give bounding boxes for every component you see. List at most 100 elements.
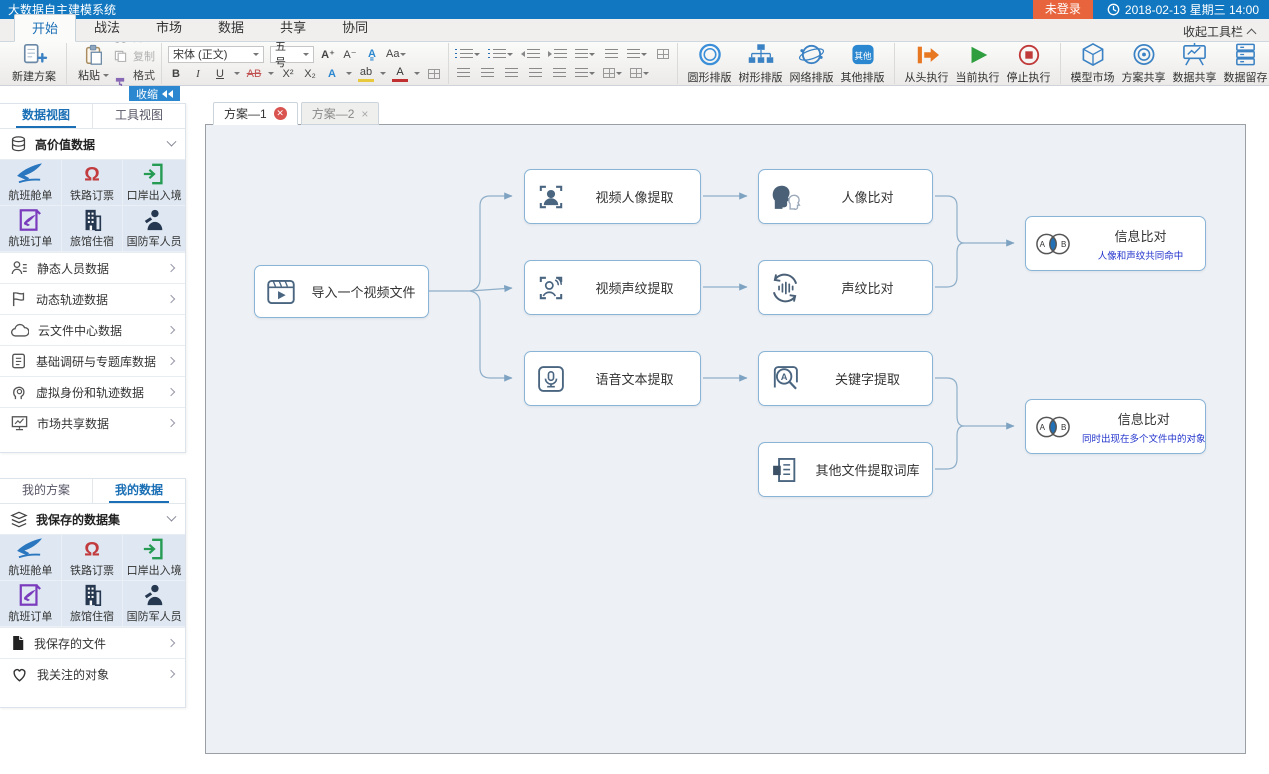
- ribbon-tab-data[interactable]: 数据: [200, 13, 262, 41]
- dataset-flight-manifest[interactable]: 航班舱单: [0, 535, 62, 581]
- category-research-library[interactable]: 基础调研与专题库数据: [0, 345, 185, 376]
- dataset-hotel-stay[interactable]: 旅馆住宿: [62, 581, 124, 627]
- font-size-select[interactable]: 五号: [270, 46, 314, 63]
- change-case-button[interactable]: Aa: [386, 46, 406, 62]
- node-face-compare[interactable]: 人像比对: [758, 169, 933, 224]
- borders-button[interactable]: [630, 65, 649, 81]
- paragraph-shading-button[interactable]: [603, 65, 622, 81]
- ribbon-tab-collab[interactable]: 协同: [324, 13, 386, 41]
- align-right-button[interactable]: [503, 65, 519, 81]
- run-from-start-button[interactable]: 从头执行: [901, 43, 952, 85]
- node-video-face-extract[interactable]: 视频人像提取: [524, 169, 701, 224]
- ribbon-tab-market[interactable]: 市场: [138, 13, 200, 41]
- node-speech-text-extract[interactable]: 语音文本提取: [524, 351, 701, 406]
- dataset-flight-order[interactable]: 航班订单: [0, 581, 62, 627]
- copy-button[interactable]: 复制: [114, 48, 155, 64]
- grow-font-button[interactable]: A⁺: [320, 46, 336, 62]
- dataset-railway-ticket[interactable]: Ω 铁路订票: [62, 160, 124, 206]
- node-voice-compare[interactable]: 声纹比对: [758, 260, 933, 315]
- my-followed-objects-row[interactable]: 我关注的对象: [0, 658, 185, 689]
- plan-tab-2[interactable]: 方案—2 ×: [301, 102, 380, 125]
- category-dynamic-trajectory[interactable]: 动态轨迹数据: [0, 283, 185, 314]
- underline-button[interactable]: U: [212, 66, 228, 82]
- justify-button[interactable]: [527, 65, 543, 81]
- font-color-button[interactable]: A: [392, 66, 408, 82]
- category-static-personnel[interactable]: 静态人员数据: [0, 252, 185, 283]
- category-market-shared[interactable]: 市场共享数据: [0, 407, 185, 438]
- italic-button[interactable]: I: [190, 66, 206, 82]
- plan-share-button[interactable]: 方案共享: [1118, 43, 1169, 85]
- login-status-badge[interactable]: 未登录: [1033, 0, 1093, 19]
- highlight-color-button[interactable]: ab: [358, 66, 374, 82]
- node-info-compare-1[interactable]: AB 信息比对 人像和声纹共同命中: [1025, 216, 1206, 271]
- text-effects-button[interactable]: A: [324, 66, 340, 82]
- align-left-button[interactable]: [455, 65, 471, 81]
- tab-my-plans[interactable]: 我的方案: [0, 479, 92, 503]
- font-name-select[interactable]: 宋体 (正文): [168, 46, 264, 63]
- category-virtual-identity[interactable]: 虚拟身份和轨迹数据: [0, 376, 185, 407]
- collapse-toolbar-button[interactable]: 收起工具栏: [1183, 23, 1255, 40]
- tab-data-view[interactable]: 数据视图: [0, 104, 92, 128]
- dataset-port-entry-exit[interactable]: 口岸出入境: [123, 160, 185, 206]
- close-tab-icon[interactable]: ×: [361, 108, 368, 120]
- node-info-compare-2[interactable]: AB 信息比对 同时出现在多个文件中的对象: [1025, 399, 1206, 454]
- high-value-data-header[interactable]: 高价值数据: [0, 129, 185, 159]
- align-center-button[interactable]: [479, 65, 495, 81]
- category-cloud-file[interactable]: 云文件中心数据: [0, 314, 185, 345]
- strikethrough-button[interactable]: AB: [246, 66, 262, 82]
- bullet-list-button[interactable]: [455, 46, 480, 62]
- network-layout-button[interactable]: 网络排版: [786, 43, 837, 85]
- increase-indent-button[interactable]: [548, 46, 567, 62]
- decrease-indent-button[interactable]: [521, 46, 540, 62]
- flowchart-canvas[interactable]: 导入一个视频文件 视频人像提取 视频声纹提取 语音文本提取: [205, 124, 1246, 754]
- new-plan-button[interactable]: 新建方案: [8, 43, 60, 85]
- ribbon-tab-start[interactable]: 开始: [14, 14, 76, 42]
- dataset-port-entry-exit[interactable]: 口岸出入境: [123, 535, 185, 581]
- node-video-voice-extract[interactable]: 视频声纹提取: [524, 260, 701, 315]
- dropdown-caret-icon[interactable]: [346, 72, 352, 75]
- run-current-button[interactable]: 当前执行: [952, 43, 1003, 85]
- tree-layout-button[interactable]: 树形排版: [735, 43, 786, 85]
- dataset-railway-ticket[interactable]: Ω 铁路订票: [62, 535, 124, 581]
- dropdown-caret-icon[interactable]: [234, 72, 240, 75]
- bold-button[interactable]: B: [168, 66, 184, 82]
- tab-tool-view[interactable]: 工具视图: [92, 104, 185, 128]
- dropdown-caret-icon[interactable]: [414, 72, 420, 75]
- sort-button[interactable]: [603, 46, 619, 62]
- dropdown-caret-icon[interactable]: [268, 72, 274, 75]
- dataset-flight-manifest[interactable]: 航班舱单: [0, 160, 62, 206]
- ribbon-tab-share[interactable]: 共享: [262, 13, 324, 41]
- dropdown-caret-icon[interactable]: [380, 72, 386, 75]
- character-shading-button[interactable]: [426, 66, 442, 82]
- line-spacing-button[interactable]: [575, 65, 595, 81]
- distribute-button[interactable]: [551, 65, 567, 81]
- sidebar-collapse-button[interactable]: 收缩: [129, 86, 180, 101]
- node-import-video[interactable]: 导入一个视频文件: [254, 265, 429, 318]
- tab-my-data[interactable]: 我的数据: [92, 479, 185, 503]
- data-retention-button[interactable]: 数据留存: [1220, 43, 1269, 85]
- node-other-files-lexicon[interactable]: 其他文件提取词库: [758, 442, 933, 497]
- table-button[interactable]: [655, 46, 671, 62]
- shrink-font-button[interactable]: A⁻: [342, 46, 358, 62]
- stop-run-button[interactable]: 停止执行: [1003, 43, 1054, 85]
- ribbon-tab-tactics[interactable]: 战法: [76, 13, 138, 41]
- dataset-military-personnel[interactable]: 国防军人员: [123, 206, 185, 252]
- show-marks-button[interactable]: [627, 46, 647, 62]
- my-datasets-header[interactable]: 我保存的数据集: [0, 504, 185, 534]
- paste-button[interactable]: 粘贴: [73, 43, 114, 85]
- model-market-button[interactable]: 模型市场: [1067, 43, 1118, 85]
- dataset-flight-order[interactable]: 航班订单: [0, 206, 62, 252]
- data-share-button[interactable]: 数据共享: [1169, 43, 1220, 85]
- dataset-hotel-stay[interactable]: 旅馆住宿: [62, 206, 124, 252]
- phonetic-guide-button[interactable]: A̳: [364, 46, 380, 62]
- numbered-list-button[interactable]: [488, 46, 513, 62]
- other-layout-button[interactable]: 其他 其他排版: [837, 43, 888, 85]
- plan-tab-1[interactable]: 方案—1 ✕: [213, 102, 298, 125]
- circular-layout-button[interactable]: 圆形排版: [684, 43, 735, 85]
- subscript-button[interactable]: X₂: [302, 66, 318, 82]
- node-keyword-extract[interactable]: A 关键字提取: [758, 351, 933, 406]
- my-saved-files-row[interactable]: 我保存的文件: [0, 627, 185, 658]
- dataset-military-personnel[interactable]: 国防军人员: [123, 581, 185, 627]
- close-tab-icon[interactable]: ✕: [274, 107, 287, 120]
- superscript-button[interactable]: X²: [280, 66, 296, 82]
